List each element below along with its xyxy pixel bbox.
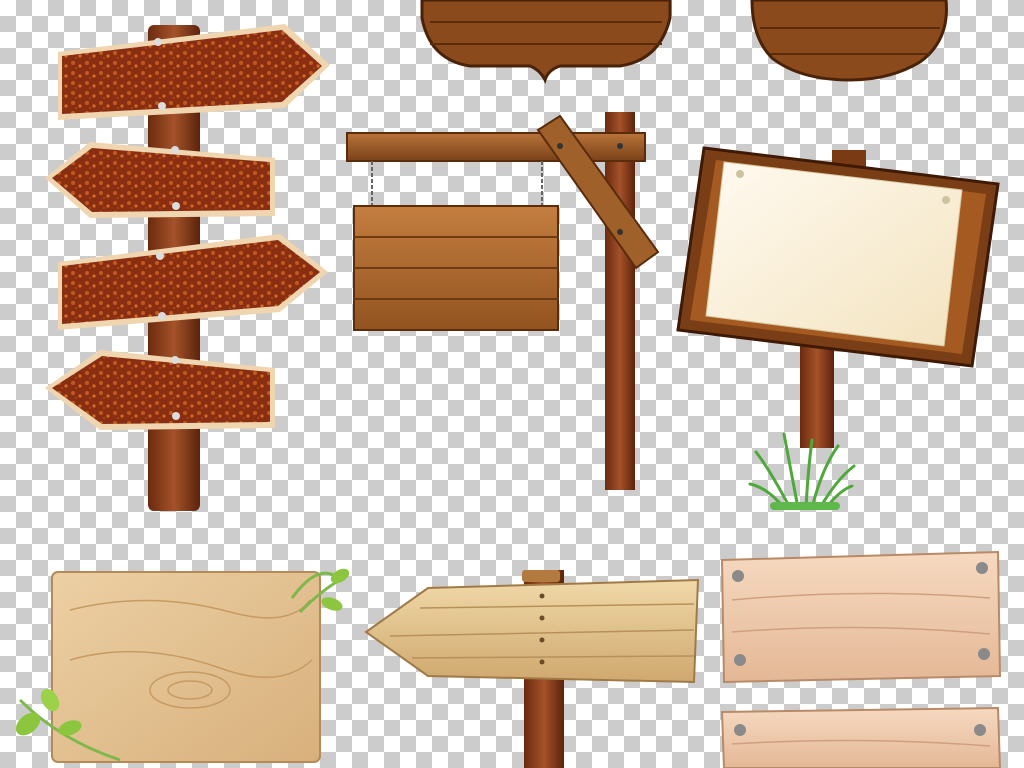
- notice-board-with-paper: [676, 146, 1000, 510]
- light-wood-board-with-vine: [15, 568, 350, 763]
- nail-icon: [539, 615, 545, 621]
- gallows-beam: [346, 132, 646, 162]
- decorative-hanging-plaque: [420, 0, 672, 85]
- nail-icon: [617, 229, 623, 235]
- pin-icon: [942, 196, 950, 204]
- rusty-arrow-sign-2: [45, 142, 275, 218]
- nail-icon: [172, 412, 180, 420]
- leaf-icon: [330, 568, 350, 584]
- rusty-arrow-signpost: [45, 24, 330, 511]
- nail-icon: [557, 143, 563, 149]
- hanging-plank-sign: [353, 205, 559, 331]
- pink-wood-plank-signs: [720, 550, 1002, 768]
- rusty-arrow-sign-1: [58, 24, 330, 120]
- hanging-sign-on-gallows-post: [346, 112, 660, 490]
- leaf-icon: [15, 712, 41, 736]
- arrow-sign-on-post: [364, 570, 700, 768]
- screw-icon: [734, 654, 746, 666]
- paper-notice: [705, 161, 963, 347]
- nail-icon: [172, 202, 180, 210]
- pink-plank-1: [720, 550, 1002, 684]
- round-wooden-sign: [750, 0, 948, 82]
- screw-icon: [976, 562, 988, 574]
- rusty-arrow-sign-4: [45, 350, 275, 430]
- pink-plank-2: [720, 706, 1002, 768]
- light-wood-board: [51, 571, 321, 763]
- nail-icon: [171, 146, 179, 154]
- nail-icon: [539, 659, 545, 665]
- screw-icon: [978, 648, 990, 660]
- screw-icon: [734, 724, 746, 736]
- pin-icon: [736, 170, 744, 178]
- gallows-upright: [605, 112, 635, 490]
- nail-icon: [171, 356, 179, 364]
- notice-board-post: [800, 338, 834, 448]
- wooden-signs-clipart-sheet: [15, 0, 1002, 768]
- nail-icon: [156, 252, 164, 260]
- nail-icon: [158, 102, 166, 110]
- rusty-arrow-sign-3: [58, 234, 328, 330]
- screw-icon: [974, 724, 986, 736]
- nail-icon: [617, 143, 623, 149]
- nail-icon: [154, 38, 162, 46]
- nail-icon: [158, 312, 166, 320]
- leaf-icon: [321, 597, 343, 611]
- nail-icon: [539, 637, 545, 643]
- screw-icon: [732, 570, 744, 582]
- nail-icon: [539, 593, 545, 599]
